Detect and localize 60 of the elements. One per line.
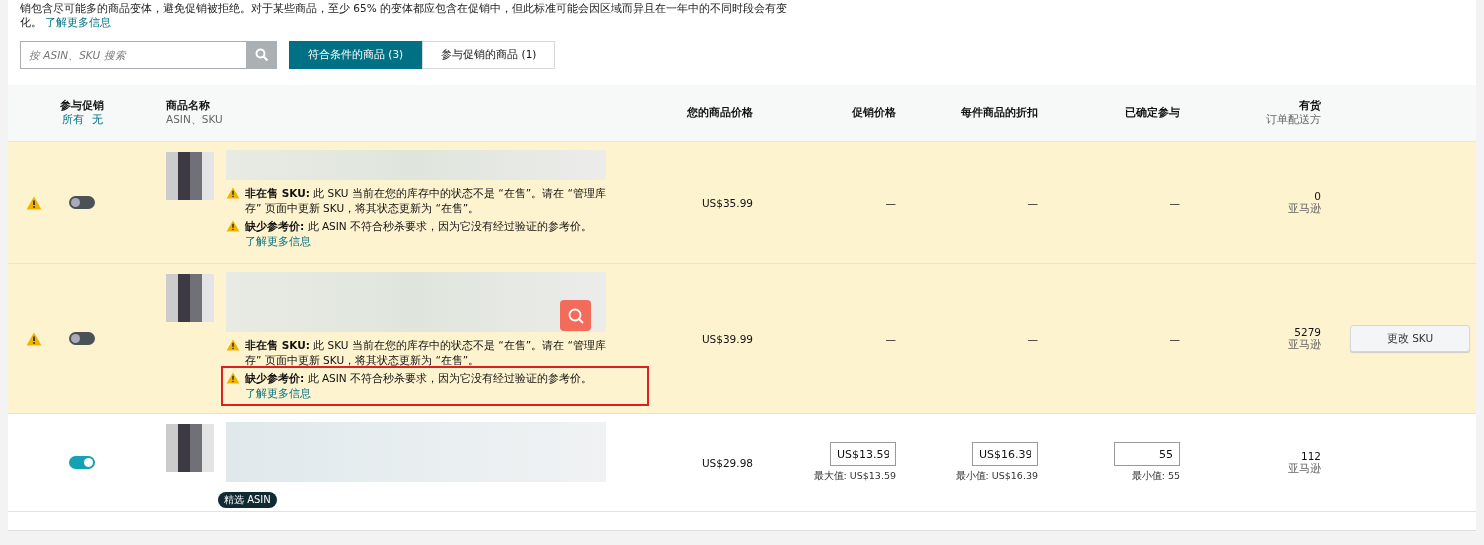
stock-count: 112 (1300, 449, 1321, 462)
column-header: 参与促销 (60, 99, 104, 113)
learn-more-link[interactable]: 了解更多信息 (245, 387, 311, 399)
column-header: 您的商品价格 (687, 106, 753, 120)
photo-placeholder (166, 424, 214, 472)
empty-value: — (1027, 196, 1038, 209)
column-header: 已确定参与 (1125, 106, 1180, 120)
featured-badge: 精选 ASIN (218, 492, 277, 508)
limit-hint: 最大值: US$13.59 (813, 470, 896, 483)
fulfillment-channel: 亚马逊 (1288, 201, 1321, 216)
search-icon (254, 48, 269, 62)
warning-icon (226, 339, 240, 351)
input-field[interactable]: 55 (1114, 442, 1180, 466)
warning-icon (226, 372, 240, 384)
toggle-switch[interactable] (69, 456, 95, 469)
alert-text: 非在售 SKU: 此 SKU 当前在您的库存中的状态不是 “在售”。请在 “管理库存” 页面中更新 SKU，将其状态更新为 “在售”。 (245, 186, 607, 216)
input-field[interactable]: US$16.39 (972, 442, 1038, 466)
empty-value: — (885, 332, 896, 345)
limit-hint: 最小值: 55 (1131, 470, 1180, 483)
price-text: US$39.99 (701, 332, 753, 345)
toggle-switch[interactable] (69, 332, 95, 345)
filter-link[interactable]: 所有 (61, 113, 84, 127)
search-button[interactable] (246, 41, 277, 69)
empty-value: — (1169, 196, 1180, 209)
learn-more-link[interactable]: 了解更多信息 (245, 235, 311, 247)
column-header: 商品名称 (166, 99, 211, 113)
warning-icon (226, 220, 240, 232)
alert-text: 非在售 SKU: 此 SKU 当前在您的库存中的状态不是 “在售”。请在 “管理库存” 页面中更新 SKU，将其状态更新为 “在售”。 (245, 338, 607, 368)
search-field[interactable]: 按 ASIN、SKU 搜索 (20, 41, 246, 69)
filter-tab[interactable]: 参与促销的商品 (1) (422, 41, 556, 69)
intro-text: 销包含尽可能多的商品变体，避免促销被拒绝。对于某些商品，至少 65% 的变体都应包含在促销中，但此标准可能会因区域而异且在一年中的不同时段会有变 (20, 1, 788, 15)
filter-link[interactable]: 无 (91, 113, 103, 127)
warning-icon (226, 187, 240, 199)
photo-placeholder (166, 152, 214, 200)
photo-placeholder (166, 274, 214, 322)
input-field[interactable]: US$13.59 (830, 442, 896, 466)
stock-count: 5279 (1294, 325, 1321, 338)
learn-more-link[interactable]: 了解更多信息 (45, 16, 112, 28)
search-icon (566, 306, 585, 325)
column-header: 有货 (1299, 99, 1321, 113)
column-subheader: 订单配送方 (1266, 113, 1321, 127)
empty-value: — (885, 196, 896, 209)
price-text: US$35.99 (701, 196, 753, 209)
column-subheader: ASIN、SKU (166, 113, 224, 127)
limit-hint: 最小值: US$16.39 (955, 470, 1038, 483)
empty-value: — (1027, 332, 1038, 345)
intro-text: 化。 (20, 16, 42, 28)
stock-count: 0 (1314, 189, 1321, 202)
price-text: US$29.98 (701, 456, 753, 469)
fulfillment-channel: 亚马逊 (1288, 461, 1321, 476)
toggle-switch[interactable] (69, 196, 95, 209)
empty-value: — (1169, 332, 1180, 345)
fulfillment-channel: 亚马逊 (1288, 337, 1321, 352)
change-sku-button[interactable]: 更改 SKU (1350, 325, 1470, 352)
alert-text: 缺少参考价: 此 ASIN 不符合秒杀要求，因为它没有经过验证的参考价。 了解更多信息 (245, 219, 593, 249)
alert-text: 缺少参考价: 此 ASIN 不符合秒杀要求，因为它没有经过验证的参考价。 了解更多信息 (245, 371, 593, 401)
column-header: 促销价格 (852, 106, 896, 120)
magnifier-overlay[interactable] (560, 300, 591, 331)
column-header: 每件商品的折扣 (961, 106, 1038, 120)
filter-tab[interactable]: 符合条件的商品 (3) (289, 41, 423, 69)
